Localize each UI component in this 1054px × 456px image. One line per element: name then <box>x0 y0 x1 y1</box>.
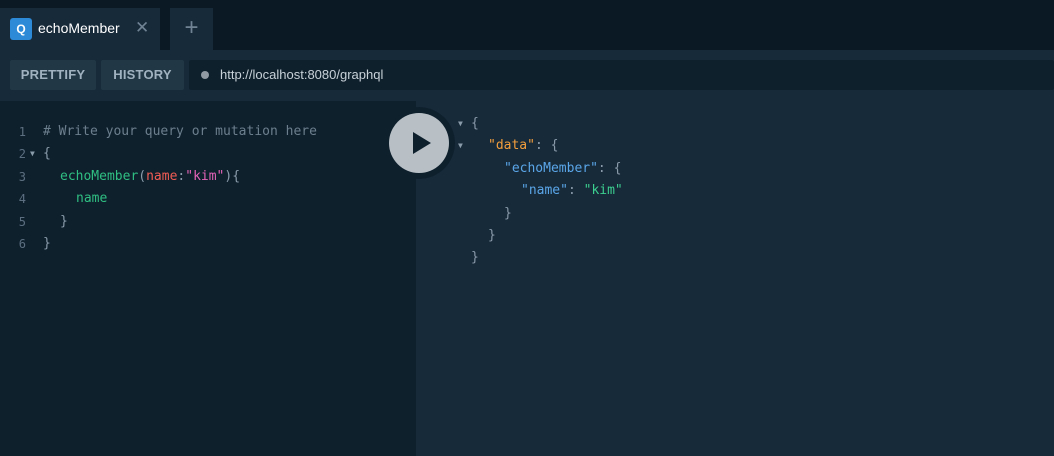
result-name-line: "name": "kim" <box>521 180 623 202</box>
status-dot-icon <box>201 71 209 79</box>
caret-down-icon[interactable]: ▼ <box>458 113 463 135</box>
code-line: 4 name <box>0 188 416 210</box>
toolbar: PRETTIFY HISTORY http://localhost:8080/g… <box>0 50 1054 101</box>
result-viewer[interactable]: ▼ { ▼ "data": { "echoMember": { "name": … <box>416 101 1054 456</box>
result-data-line: "data": { <box>488 135 558 157</box>
result-brace: { <box>471 116 479 131</box>
argument-name: name <box>146 169 178 184</box>
result-value-name: "kim" <box>583 183 623 198</box>
query-editor[interactable]: 1 # Write your query or mutation here 2 … <box>0 101 416 456</box>
line-number: 1 <box>18 125 26 139</box>
caret-down-icon[interactable]: ▼ <box>30 143 35 165</box>
tab-bar: Q echoMember ✕ + <box>0 0 1054 50</box>
query-field: echoMember <box>60 169 139 184</box>
argument-value: "kim" <box>185 169 225 184</box>
endpoint-url-text: http://localhost:8080/graphql <box>220 67 384 82</box>
result-punc: : <box>567 183 584 198</box>
result-punc: : { <box>534 138 559 153</box>
result-brace: } <box>488 228 496 243</box>
code-line: 6 } <box>0 233 416 255</box>
code-brace: } <box>43 236 51 251</box>
caret-down-icon[interactable]: ▼ <box>458 135 463 157</box>
result-brace: } <box>504 206 512 221</box>
line-number: 3 <box>18 170 26 184</box>
line-number: 2 <box>18 147 26 161</box>
run-button-face <box>389 113 449 173</box>
prettify-button[interactable]: PRETTIFY <box>10 60 96 90</box>
line-number: 5 <box>18 215 26 229</box>
play-icon <box>413 132 431 154</box>
result-key-name: "name" <box>521 183 568 198</box>
close-icon[interactable]: ✕ <box>135 18 149 38</box>
code-brace: { <box>43 146 51 161</box>
tab-title: echoMember <box>38 20 120 36</box>
result-key-data: "data" <box>488 138 535 153</box>
code-paren: ( <box>138 169 147 184</box>
result-brace: } <box>471 250 479 265</box>
line-number: 4 <box>18 192 26 206</box>
query-badge-icon: Q <box>10 18 32 40</box>
code-comment: # Write your query or mutation here <box>43 124 317 139</box>
code-query-line: echoMember(name:"kim"){ <box>60 166 240 188</box>
result-punc: : { <box>597 161 622 176</box>
code-line: 2 ▼ { <box>0 143 416 165</box>
line-number: 6 <box>18 237 26 251</box>
code-line: 5 } <box>0 211 416 233</box>
result-member-line: "echoMember": { <box>504 158 621 180</box>
code-line: 3 echoMember(name:"kim"){ <box>0 166 416 188</box>
endpoint-url-input[interactable]: http://localhost:8080/graphql <box>189 60 1054 90</box>
selection-field: name <box>76 191 108 206</box>
execute-query-button[interactable] <box>383 107 455 179</box>
code-paren-brace: ){ <box>224 169 241 184</box>
code-line: 1 # Write your query or mutation here <box>0 121 416 143</box>
result-key-echomember: "echoMember" <box>504 161 598 176</box>
new-tab-button[interactable]: + <box>170 8 213 50</box>
tab-echomember[interactable]: Q echoMember ✕ <box>0 8 160 50</box>
history-button[interactable]: HISTORY <box>101 60 184 90</box>
code-brace: } <box>60 214 68 229</box>
